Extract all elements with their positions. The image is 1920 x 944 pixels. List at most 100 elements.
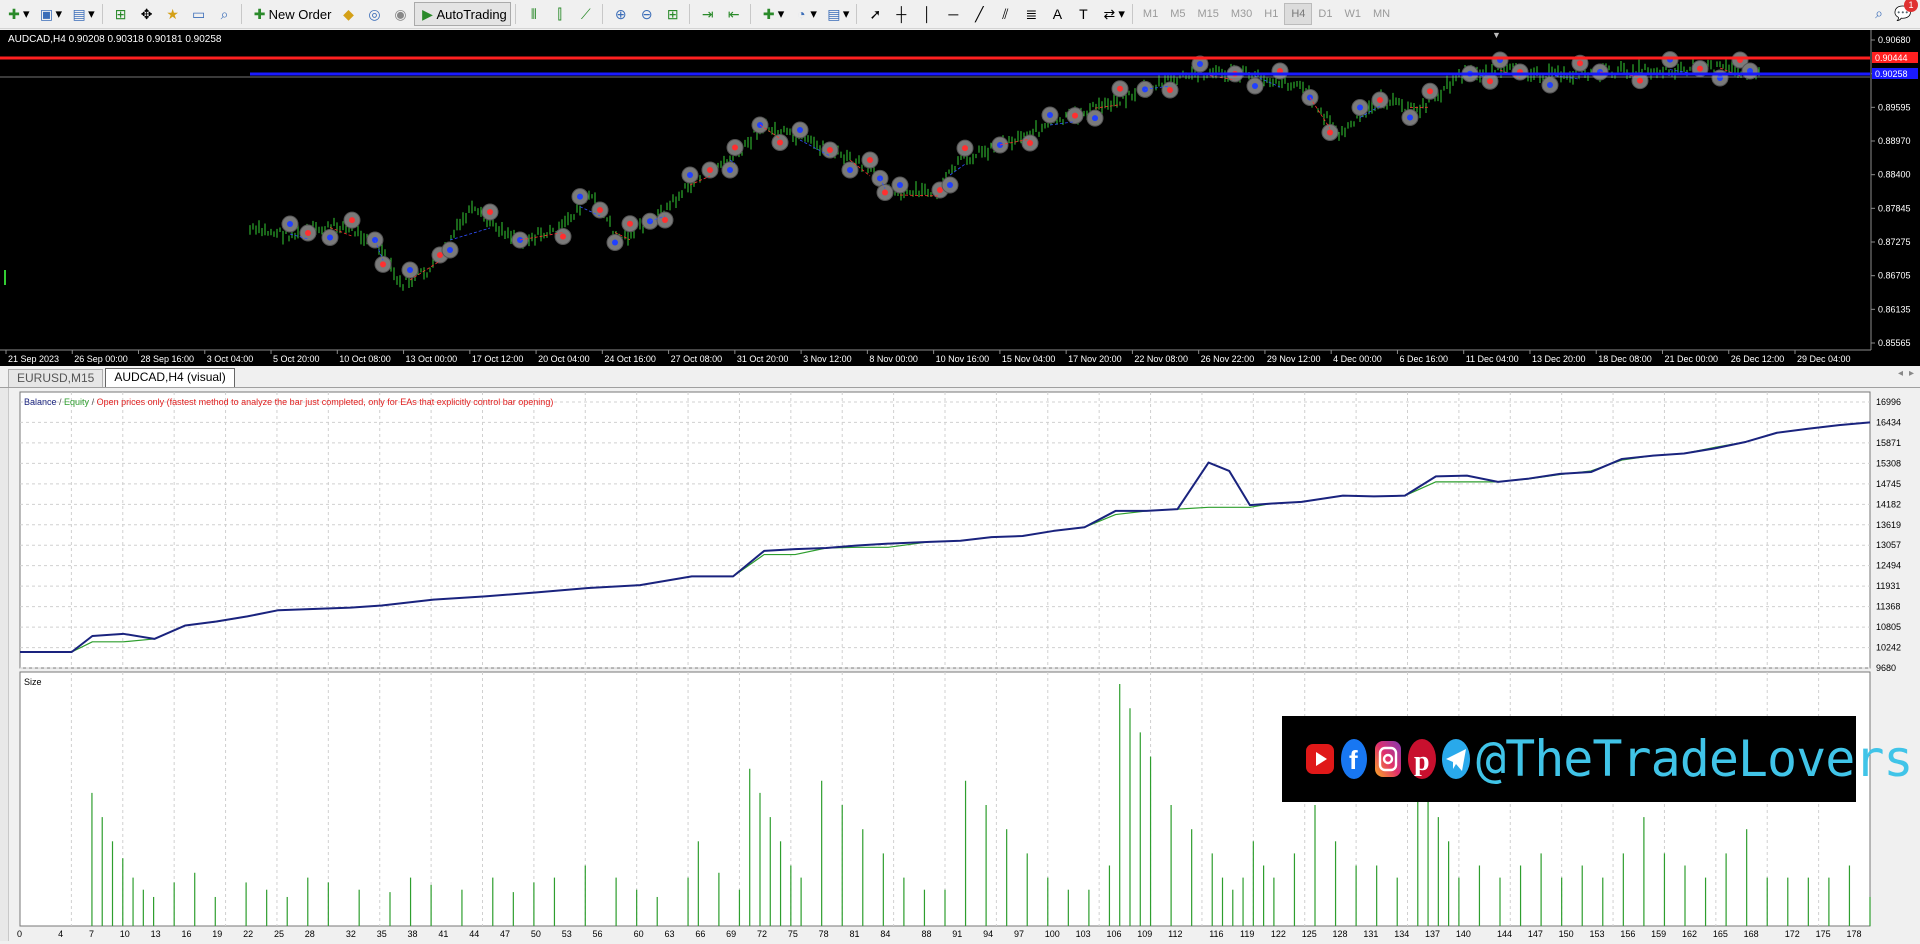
new-chart-button[interactable]: ✚▾ [2, 3, 33, 25]
timeframe-m5[interactable]: M5 [1164, 4, 1191, 24]
size-tick-label: 165 [1713, 929, 1728, 939]
search-icon[interactable]: ⌕ [1870, 4, 1888, 22]
size-tick-label: 38 [408, 929, 418, 939]
tab-scroll-arrows[interactable]: ◂▸ [1898, 368, 1920, 379]
trade-marker-dot [1407, 115, 1413, 121]
tester-graph: 1699616434158711530814745141821361913057… [0, 388, 1920, 941]
size-tick-label: 10 [120, 929, 130, 939]
zoom-in-button[interactable]: ⊕ [609, 3, 633, 25]
timeframe-w1[interactable]: W1 [1338, 4, 1367, 24]
equity-tick-label: 14182 [1876, 499, 1901, 509]
timeframe-m15[interactable]: M15 [1191, 4, 1224, 24]
trade-marker-dot [1167, 87, 1173, 93]
price-chart[interactable]: AUDCAD,H4 0.90208 0.90318 0.90181 0.9025… [0, 30, 1920, 366]
templates-button[interactable]: ▤▾ [67, 3, 98, 25]
timeframe-m30[interactable]: M30 [1225, 4, 1258, 24]
price-tick-label: 0.86705 [1878, 271, 1911, 281]
text-button[interactable]: A [1045, 3, 1069, 25]
new-order-button[interactable]: ✚New Order [248, 3, 335, 25]
data-window-button[interactable]: ✥ [135, 3, 159, 25]
equity-tick-label: 10805 [1876, 622, 1901, 632]
timeframe-h4[interactable]: H4 [1284, 3, 1312, 25]
crosshair-button[interactable]: ┼ [889, 3, 913, 25]
svg-text:f: f [1349, 745, 1358, 775]
cursor-button[interactable]: ➚ [863, 3, 887, 25]
line-chart-icon: ⟋ [577, 5, 595, 23]
price-chart-canvas[interactable]: AUDCAD,H4 0.90208 0.90318 0.90181 0.9025… [0, 30, 1920, 366]
tab-eurusd-m15[interactable]: EURUSD,M15 [8, 369, 103, 387]
horizontal-line-button[interactable]: ─ [941, 3, 965, 25]
trendline-button[interactable]: ╱ [967, 3, 991, 25]
tile-windows-button[interactable]: ⊞ [661, 3, 685, 25]
autoscroll-button[interactable]: ⇥ [696, 3, 720, 25]
navigator-button[interactable]: ★ [161, 3, 185, 25]
chart-shift-marker: ▼ [1492, 30, 1501, 40]
periods-button[interactable]: ◔▾ [789, 3, 820, 25]
star-icon: ★ [164, 5, 182, 23]
size-tick-label: 156 [1620, 929, 1635, 939]
text-label-button[interactable]: T [1071, 3, 1095, 25]
size-tick-label: 41 [438, 929, 448, 939]
notifications-icon[interactable]: 💬1 [1894, 4, 1912, 22]
fibonacci-button[interactable]: ≣ [1019, 3, 1043, 25]
arrows-icon: ⇄ [1100, 5, 1118, 23]
terminal-button[interactable]: ▭ [187, 3, 211, 25]
signals-button[interactable]: ◉ [388, 3, 412, 25]
chart-tabs: EURUSD,M15 AUDCAD,H4 (visual) ◂▸ [0, 367, 1920, 388]
profiles-button[interactable]: ▣▾ [35, 3, 66, 25]
fibonacci-icon: ≣ [1022, 5, 1040, 23]
timeframe-h1[interactable]: H1 [1258, 4, 1284, 24]
timeframe-m1[interactable]: M1 [1137, 4, 1164, 24]
size-tick-label: 134 [1394, 929, 1409, 939]
trade-marker-dot [707, 167, 713, 173]
time-tick-label: 27 Oct 08:00 [671, 354, 723, 364]
time-tick-label: 17 Oct 12:00 [472, 354, 524, 364]
trade-marker-dot [1047, 112, 1053, 118]
strategy-tester-button[interactable]: ⌕ [213, 3, 237, 25]
size-tick-label: 50 [531, 929, 541, 939]
templates-chart-button[interactable]: ▤▾ [822, 3, 853, 25]
trade-marker-dot [1487, 78, 1493, 84]
size-tick-label: 4 [58, 929, 63, 939]
size-tick-label: 32 [346, 929, 356, 939]
metaeditor-button[interactable]: ◆ [336, 3, 360, 25]
size-tick-label: 100 [1045, 929, 1060, 939]
indicators-button[interactable]: ✚▾ [757, 3, 788, 25]
size-tick-label: 91 [952, 929, 962, 939]
candlestick-icon: ⫿ [551, 5, 569, 23]
trade-marker-dot [1357, 105, 1363, 111]
legend-separator-2: / [89, 397, 97, 407]
size-tick-label: 28 [305, 929, 315, 939]
bar-chart-button[interactable]: ⫴ [522, 3, 546, 25]
vertical-line-button[interactable]: │ [915, 3, 939, 25]
indicators-icon: ✚ [760, 5, 778, 23]
trade-marker-dot [1072, 113, 1078, 119]
size-tick-label: 19 [212, 929, 222, 939]
line-chart-button[interactable]: ⟋ [574, 3, 598, 25]
size-tick-label: 175 [1816, 929, 1831, 939]
metaeditor-icon: ◆ [339, 5, 357, 23]
size-tick-label: 44 [469, 929, 479, 939]
watermark-handle: @TheTradeLovers [1476, 730, 1913, 788]
timeframe-d1[interactable]: D1 [1312, 4, 1338, 24]
time-tick-label: 13 Dec 20:00 [1532, 354, 1586, 364]
channel-button[interactable]: ⫽ [993, 3, 1017, 25]
timeframe-mn[interactable]: MN [1367, 4, 1396, 24]
tab-audcad-h4-visual[interactable]: AUDCAD,H4 (visual) [105, 368, 234, 387]
size-tick-label: 106 [1106, 929, 1121, 939]
blue-price-label: 0.90258 [1875, 69, 1908, 79]
arrows-button[interactable]: ⇄▾ [1097, 3, 1128, 25]
market-button[interactable]: ◎ [362, 3, 386, 25]
candlestick-button[interactable]: ⫿ [548, 3, 572, 25]
chart-shift-button[interactable]: ⇤ [722, 3, 746, 25]
market-watch-button[interactable]: ⊞ [109, 3, 133, 25]
trade-marker-dot [612, 240, 618, 246]
size-tick-label: 159 [1651, 929, 1666, 939]
new-order-icon: ✚ [251, 5, 269, 23]
time-axis-ticks: 21 Sep 202326 Sep 00:0028 Sep 16:003 Oct… [6, 350, 1851, 364]
zoom-out-button[interactable]: ⊖ [635, 3, 659, 25]
notification-badge: 1 [1904, 0, 1918, 12]
autotrading-button[interactable]: ▶AutoTrading [414, 2, 510, 26]
trade-marker-dot [1427, 88, 1433, 94]
trade-markers [282, 52, 1758, 280]
